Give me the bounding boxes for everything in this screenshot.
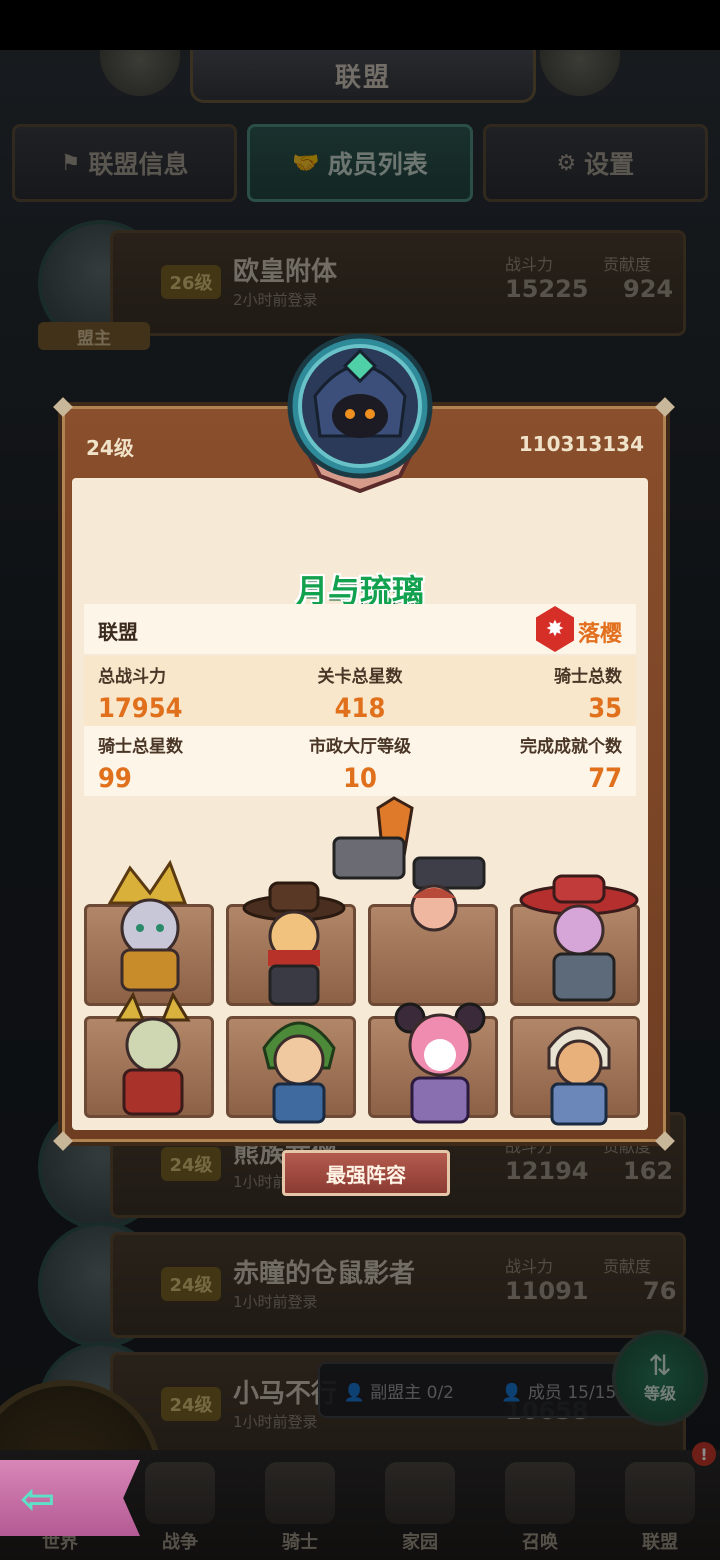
stat-label: 骑士总星数: [98, 737, 183, 757]
alliance-row: 联盟 ✸ 落樱: [84, 604, 636, 654]
stat-label: 总战斗力: [98, 667, 166, 687]
stat-value: 418: [334, 693, 386, 724]
hero-bearded-knight[interactable]: [524, 1008, 634, 1128]
player-level: 24级: [86, 436, 134, 460]
stat-label: 市政大厅等级: [309, 737, 411, 757]
stat-label: 骑士总数: [554, 667, 622, 687]
strongest-lineup-button[interactable]: 最强阵容: [282, 1150, 450, 1196]
hero-golden-cat[interactable]: [98, 990, 208, 1120]
stat-value: 10: [343, 763, 377, 794]
stat-total-power: 总战斗力 17954: [98, 662, 183, 724]
back-button[interactable]: ⇦: [0, 1460, 140, 1536]
stat-value: 17954: [98, 693, 183, 724]
stat-label: 完成成就个数: [520, 737, 622, 757]
stat-stage-stars: 关卡总星数 418: [260, 662, 460, 724]
hero-crowned-mage[interactable]: [90, 858, 210, 998]
game-screen: 联盟 ⚑ 联盟信息 🤝 成员列表 ⚙ 设置 26级 欧皇附体 2小时前登录 战斗…: [0, 50, 720, 1560]
stat-value: 35: [588, 693, 622, 724]
back-arrow-icon: ⇦: [20, 1473, 56, 1523]
stat-value: 77: [588, 763, 622, 794]
alliance-name: 落樱: [577, 622, 622, 647]
profile-content: 月与琉璃 联盟 ✸ 落樱 总战斗力 17954 关卡总星数 418 骑士总数 3…: [72, 478, 648, 1130]
hero-pink-panda[interactable]: [380, 990, 500, 1130]
player-profile-popup: 24级 110313134 月与琉璃 联盟 ✸ 落樱 总战斗力 17954 关卡…: [53, 397, 675, 1196]
hero-big-sword[interactable]: [294, 796, 494, 968]
stats-row: 骑士总星数 99 市政大厅等级 10 完成成就个数 77: [84, 726, 636, 796]
stat-knight-stars: 骑士总星数 99: [98, 732, 183, 794]
player-id: 110313134: [518, 432, 644, 456]
alliance-label: 联盟: [98, 620, 138, 644]
stat-label: 关卡总星数: [317, 667, 403, 687]
stats-row: 总战斗力 17954 关卡总星数 418 骑士总数 35: [84, 656, 636, 726]
alliance-emblem-icon: ✸: [536, 606, 574, 652]
strongest-lineup: [84, 796, 640, 1130]
stat-knight-count: 骑士总数 35: [554, 662, 622, 724]
hero-feather-hat[interactable]: [514, 870, 644, 1010]
stat-achievements: 完成成就个数 77: [520, 732, 622, 794]
hero-green-hood[interactable]: [234, 998, 364, 1128]
player-avatar-emblem: [280, 326, 440, 496]
stat-value: 99: [98, 763, 132, 794]
stat-town-hall-level: 市政大厅等级 10: [260, 732, 460, 794]
